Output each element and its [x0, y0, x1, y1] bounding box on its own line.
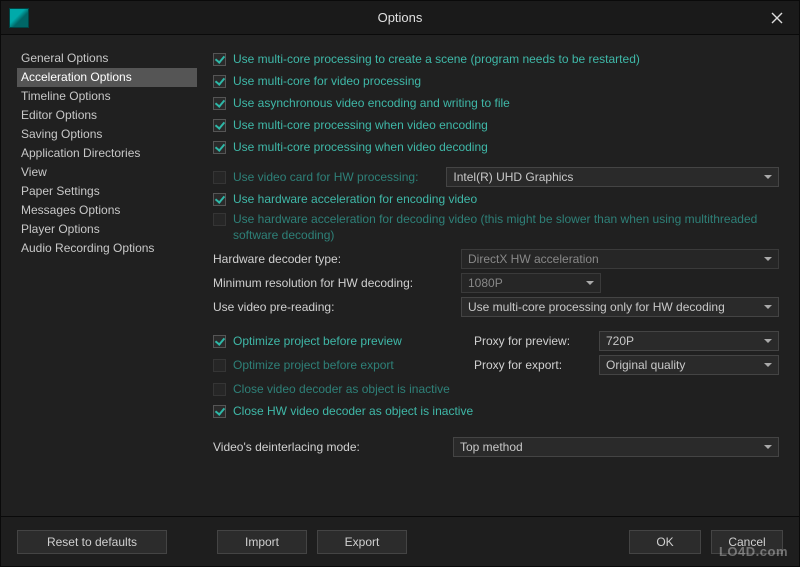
label-multicore-decoding: Use multi-core processing when video dec…: [233, 139, 488, 155]
checkbox-multicore-decoding[interactable]: [213, 141, 226, 154]
label-hw-decode: Use hardware acceleration for decoding v…: [233, 211, 779, 243]
checkbox-close-hw-decoder[interactable]: [213, 405, 226, 418]
checkbox-async-encoding[interactable]: [213, 97, 226, 110]
label-min-res: Minimum resolution for HW decoding:: [213, 276, 453, 290]
sidebar-item-view[interactable]: View: [17, 163, 197, 182]
label-proxy-export: Proxy for export:: [474, 358, 589, 372]
checkbox-hw-encode[interactable]: [213, 193, 226, 206]
ok-button[interactable]: OK: [629, 530, 701, 554]
sidebar-item-appdirs[interactable]: Application Directories: [17, 144, 197, 163]
footer: Reset to defaults Import Export OK Cance…: [1, 516, 799, 566]
sidebar-item-saving[interactable]: Saving Options: [17, 125, 197, 144]
label-hw-processing: Use video card for HW processing:: [233, 169, 418, 185]
sidebar-item-general[interactable]: General Options: [17, 49, 197, 68]
options-window: Options General Options Acceleration Opt…: [0, 0, 800, 567]
checkbox-close-decoder[interactable]: [213, 383, 226, 396]
label-multicore-video: Use multi-core for video processing: [233, 73, 421, 89]
sidebar-item-messages[interactable]: Messages Options: [17, 201, 197, 220]
sidebar-item-timeline[interactable]: Timeline Options: [17, 87, 197, 106]
dropdown-min-res[interactable]: 1080P: [461, 273, 601, 293]
dropdown-deinterlace[interactable]: Top method: [453, 437, 779, 457]
label-async-encoding: Use asynchronous video encoding and writ…: [233, 95, 510, 111]
dropdown-proxy-export[interactable]: Original quality: [599, 355, 779, 375]
titlebar: Options: [1, 1, 799, 35]
checkbox-multicore-video[interactable]: [213, 75, 226, 88]
label-proxy-preview: Proxy for preview:: [474, 334, 589, 348]
sidebar-item-acceleration[interactable]: Acceleration Options: [17, 68, 197, 87]
cancel-button[interactable]: Cancel: [711, 530, 783, 554]
dropdown-deinterlace-value: Top method: [460, 440, 523, 454]
sidebar: General Options Acceleration Options Tim…: [17, 49, 197, 516]
sidebar-item-editor[interactable]: Editor Options: [17, 106, 197, 125]
label-close-decoder: Close video decoder as object is inactiv…: [233, 381, 450, 397]
checkbox-hw-processing[interactable]: [213, 171, 226, 184]
checkbox-hw-decode[interactable]: [213, 213, 226, 226]
dropdown-gpu-value: Intel(R) UHD Graphics: [453, 170, 573, 184]
checkbox-optimize-export[interactable]: [213, 359, 226, 372]
label-optimize-preview: Optimize project before preview: [233, 333, 402, 349]
dropdown-proxy-preview-value: 720P: [606, 334, 634, 348]
window-title: Options: [1, 10, 799, 25]
label-deinterlace: Video's deinterlacing mode:: [213, 440, 453, 454]
checkbox-multicore-scene[interactable]: [213, 53, 226, 66]
dropdown-min-res-value: 1080P: [468, 276, 503, 290]
import-button[interactable]: Import: [217, 530, 307, 554]
sidebar-item-audio[interactable]: Audio Recording Options: [17, 239, 197, 258]
label-optimize-export: Optimize project before export: [233, 357, 394, 373]
main-panel: Use multi-core processing to create a sc…: [213, 49, 783, 516]
dropdown-pre-reading-value: Use multi-core processing only for HW de…: [468, 300, 725, 314]
label-hw-decoder-type: Hardware decoder type:: [213, 252, 453, 266]
close-icon: [771, 12, 783, 24]
checkbox-multicore-encoding[interactable]: [213, 119, 226, 132]
dropdown-pre-reading[interactable]: Use multi-core processing only for HW de…: [461, 297, 779, 317]
dropdown-proxy-export-value: Original quality: [606, 358, 685, 372]
reset-button[interactable]: Reset to defaults: [17, 530, 167, 554]
close-button[interactable]: [755, 1, 799, 35]
content-area: General Options Acceleration Options Tim…: [1, 35, 799, 516]
label-multicore-scene: Use multi-core processing to create a sc…: [233, 51, 640, 67]
label-multicore-encoding: Use multi-core processing when video enc…: [233, 117, 488, 133]
label-pre-reading: Use video pre-reading:: [213, 300, 453, 314]
label-hw-encode: Use hardware acceleration for encoding v…: [233, 191, 477, 207]
dropdown-gpu[interactable]: Intel(R) UHD Graphics: [446, 167, 779, 187]
dropdown-hw-decoder-type[interactable]: DirectX HW acceleration: [461, 249, 779, 269]
checkbox-optimize-preview[interactable]: [213, 335, 226, 348]
app-icon: [9, 8, 29, 28]
dropdown-hw-decoder-type-value: DirectX HW acceleration: [468, 252, 599, 266]
sidebar-item-paper[interactable]: Paper Settings: [17, 182, 197, 201]
sidebar-item-player[interactable]: Player Options: [17, 220, 197, 239]
label-close-hw-decoder: Close HW video decoder as object is inac…: [233, 403, 473, 419]
dropdown-proxy-preview[interactable]: 720P: [599, 331, 779, 351]
export-button[interactable]: Export: [317, 530, 407, 554]
